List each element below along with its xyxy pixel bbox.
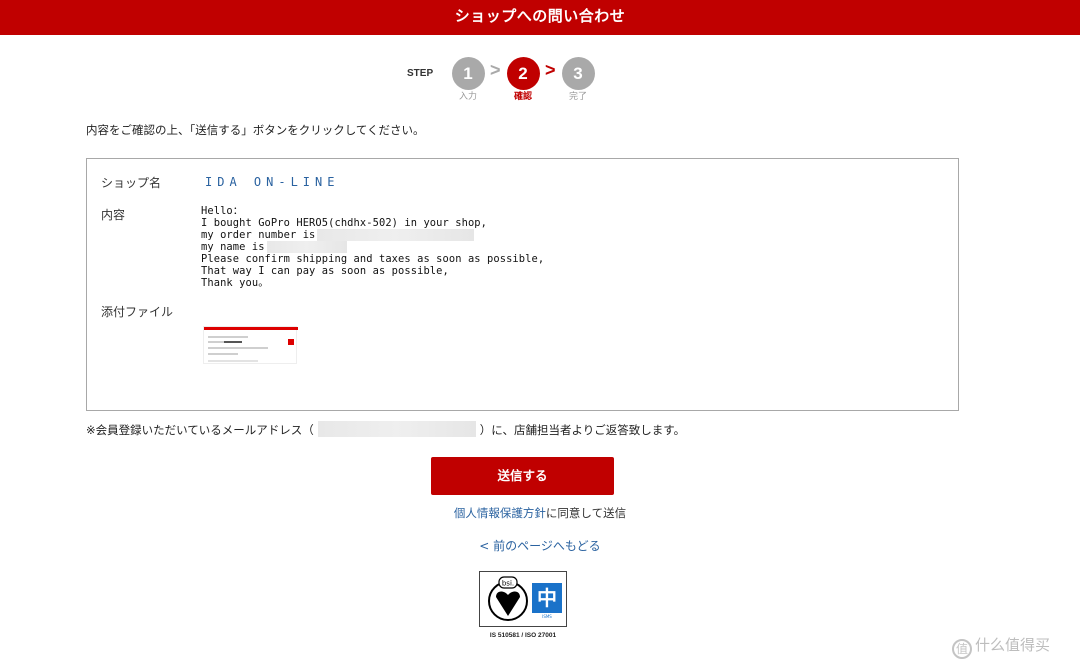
step-3-label: 完了 [568, 92, 587, 102]
jipdec-mark-icon: 中 [532, 583, 562, 613]
message-body: Hello： I bought GoPro HERO5(chdhx-502) in… [201, 205, 544, 289]
watermark-text: 什么值得买 [975, 636, 1051, 654]
step-word: STEP [407, 68, 434, 79]
step-3: 3 完了 [561, 57, 595, 102]
redacted-name [266, 241, 347, 253]
page-title: ショップへの問い合わせ [454, 7, 626, 25]
step-arrow-2: > [545, 60, 556, 80]
notice-after: ）に、店舗担当者よりご返答致します。 [479, 423, 686, 437]
content-label: 内容 [101, 208, 126, 222]
message-line-order: my order number is [201, 229, 544, 241]
message-line: Please confirm shipping and taxes as soo… [201, 253, 545, 265]
step-1-label: 入力 [458, 92, 477, 102]
message-line: Hello： [201, 205, 244, 217]
step-indicator: STEP 1 入力 > 2 確認 > 3 完了 [405, 57, 605, 107]
step-1: 1 入力 [451, 57, 485, 102]
submit-button[interactable]: 送信する [431, 457, 614, 495]
email-notice: ※会員登録いただいているメールアドレス（ ）に、店舗担当者よりご返答致します。 [86, 421, 685, 438]
privacy-consent: 個人情報保護方針に同意して送信 [0, 505, 1080, 521]
confirmation-panel: ショップ名 IDA ON-LINE 内容 Hello： I bought GoPr… [86, 158, 959, 411]
message-line: I bought GoPro HERO5(chdhx-502) in your … [201, 217, 488, 229]
attachment-label: 添付ファイル [101, 305, 174, 319]
step-2-label: 確認 [513, 92, 532, 102]
bsi-kitemark-icon: bsi. [488, 576, 528, 621]
shop-name-label: ショップ名 [101, 176, 162, 190]
notice-before: ※会員登録いただいているメールアドレス（ [86, 423, 314, 437]
step-3-number: 3 [561, 57, 595, 90]
page-header: ショップへの問い合わせ [0, 0, 1080, 35]
privacy-consent-text: に同意して送信 [545, 506, 627, 520]
watermark: 值什么值得买 [952, 634, 1050, 659]
shop-name-value: IDA ON-LINE [205, 175, 340, 189]
step-2-number: 2 [506, 57, 540, 90]
redacted-email [317, 421, 476, 437]
message-line: That way I can pay as soon as possible, [201, 265, 449, 277]
privacy-policy-link[interactable]: 個人情報保護方針 [454, 506, 546, 520]
jipdec-subtext: ISMS [542, 614, 552, 619]
bsi-text: bsi. [502, 580, 514, 588]
certification-caption: IS 510581 / ISO 27001 [489, 632, 557, 639]
certification-badge: bsi. 中 ISMS [479, 571, 567, 627]
step-1-number: 1 [451, 57, 485, 90]
back-link[interactable]: < 前のページへもどる [0, 537, 1080, 554]
message-line: Thank you。 [201, 277, 269, 289]
attachment-thumbnail[interactable] [203, 326, 298, 364]
instruction-text: 内容をご確認の上、「送信する」ボタンをクリックしてください。 [86, 123, 425, 137]
step-2: 2 確認 [506, 57, 540, 102]
watermark-logo-icon: 值 [952, 639, 972, 659]
step-arrow-1: > [490, 60, 501, 80]
message-line-name: my name is [201, 241, 544, 253]
redacted-order-number [317, 229, 475, 241]
